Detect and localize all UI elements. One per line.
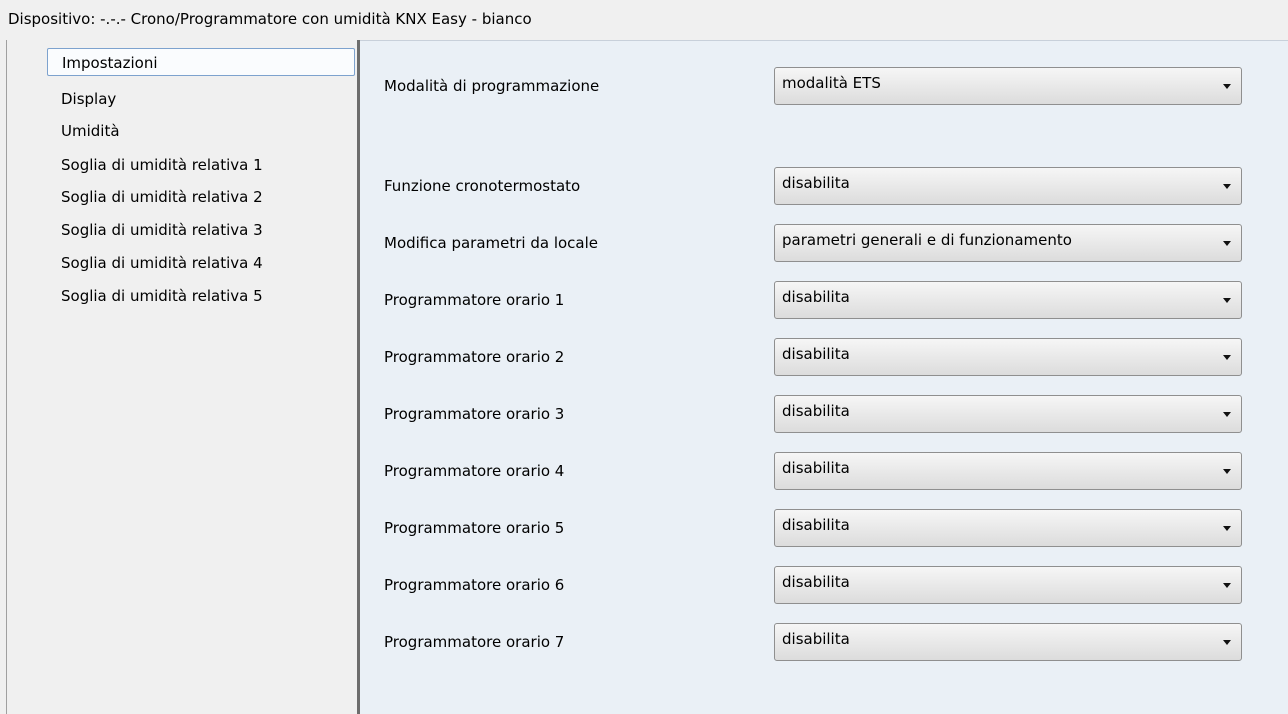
param-label: Funzione cronotermostato	[384, 177, 581, 195]
sidebar-item-label: Umidità	[61, 122, 120, 140]
sidebar-item-soglia-5[interactable]: Soglia di umidità relativa 5	[7, 281, 351, 311]
chevron-down-icon	[1223, 355, 1231, 360]
funzione-cronotermostato-dropdown[interactable]: disabilita	[774, 167, 1242, 205]
chevron-down-icon	[1223, 469, 1231, 474]
chevron-down-icon	[1223, 241, 1231, 246]
chevron-down-icon	[1223, 640, 1231, 645]
param-label: Programmatore orario 6	[384, 576, 565, 594]
dropdown-value: parametri generali e di funzionamento	[782, 231, 1072, 249]
chevron-down-icon	[1223, 526, 1231, 531]
sidebar-item-label: Soglia di umidità relativa 5	[61, 287, 263, 305]
modifica-parametri-dropdown[interactable]: parametri generali e di funzionamento	[774, 224, 1242, 262]
device-title: Dispositivo: -.-.- Crono/Programmatore c…	[8, 10, 532, 28]
dropdown-value: disabilita	[782, 345, 850, 363]
param-label: Modifica parametri da locale	[384, 234, 599, 252]
programmatore-3-dropdown[interactable]: disabilita	[774, 395, 1242, 433]
title-bar: Dispositivo: -.-.- Crono/Programmatore c…	[0, 0, 1288, 40]
dropdown-value: disabilita	[782, 288, 850, 306]
chevron-down-icon	[1223, 184, 1231, 189]
param-label: Programmatore orario 1	[384, 291, 565, 309]
programmatore-4-dropdown[interactable]: disabilita	[774, 452, 1242, 490]
param-row-funzione-cronotermostato: Funzione cronotermostato disabilita	[360, 167, 1288, 205]
param-row-programmatore-4: Programmatore orario 4 disabilita	[360, 452, 1288, 490]
dropdown-value: disabilita	[782, 174, 850, 192]
sidebar-item-label: Display	[61, 90, 117, 108]
sidebar-item-label: Soglia di umidità relativa 3	[61, 221, 263, 239]
sidebar-item-display[interactable]: Display	[7, 84, 351, 114]
param-row-programmatore-2: Programmatore orario 2 disabilita	[360, 338, 1288, 376]
sidebar-item-impostazioni[interactable]: Impostazioni	[47, 48, 355, 76]
param-label: Programmatore orario 5	[384, 519, 565, 537]
param-row-programmatore-1: Programmatore orario 1 disabilita	[360, 281, 1288, 319]
param-row-modalita-programmazione: Modalità di programmazione modalità ETS	[360, 67, 1288, 105]
chevron-down-icon	[1223, 583, 1231, 588]
programmatore-2-dropdown[interactable]: disabilita	[774, 338, 1242, 376]
parameters-panel: Modalità di programmazione modalità ETS …	[360, 40, 1288, 714]
sidebar-item-label: Soglia di umidità relativa 2	[61, 188, 263, 206]
dropdown-value: disabilita	[782, 516, 850, 534]
param-row-programmatore-7: Programmatore orario 7 disabilita	[360, 623, 1288, 661]
chevron-down-icon	[1223, 84, 1231, 89]
param-row-programmatore-3: Programmatore orario 3 disabilita	[360, 395, 1288, 433]
sidebar-item-label: Soglia di umidità relativa 4	[61, 254, 263, 272]
modalita-programmazione-dropdown[interactable]: modalità ETS	[774, 67, 1242, 105]
param-row-modifica-parametri: Modifica parametri da locale parametri g…	[360, 224, 1288, 262]
dropdown-value: disabilita	[782, 402, 850, 420]
dropdown-value: disabilita	[782, 459, 850, 477]
sidebar-item-soglia-4[interactable]: Soglia di umidità relativa 4	[7, 248, 351, 278]
sidebar-item-soglia-2[interactable]: Soglia di umidità relativa 2	[7, 182, 351, 212]
param-label: Modalità di programmazione	[384, 77, 600, 95]
sidebar-item-soglia-3[interactable]: Soglia di umidità relativa 3	[7, 215, 351, 245]
param-row-programmatore-5: Programmatore orario 5 disabilita	[360, 509, 1288, 547]
sidebar-item-soglia-1[interactable]: Soglia di umidità relativa 1	[7, 150, 351, 180]
sidebar-item-label: Impostazioni	[62, 54, 158, 72]
param-row-programmatore-6: Programmatore orario 6 disabilita	[360, 566, 1288, 604]
programmatore-1-dropdown[interactable]: disabilita	[774, 281, 1242, 319]
dropdown-value: disabilita	[782, 573, 850, 591]
chevron-down-icon	[1223, 412, 1231, 417]
sidebar-item-umidita[interactable]: Umidità	[7, 116, 351, 146]
sidebar: Impostazioni Display Umidità Soglia di u…	[6, 40, 358, 714]
param-label: Programmatore orario 7	[384, 633, 565, 651]
sidebar-item-label: Soglia di umidità relativa 1	[61, 156, 263, 174]
dropdown-value: modalità ETS	[782, 74, 881, 92]
programmatore-6-dropdown[interactable]: disabilita	[774, 566, 1242, 604]
programmatore-7-dropdown[interactable]: disabilita	[774, 623, 1242, 661]
chevron-down-icon	[1223, 298, 1231, 303]
param-label: Programmatore orario 3	[384, 405, 565, 423]
dropdown-value: disabilita	[782, 630, 850, 648]
programmatore-5-dropdown[interactable]: disabilita	[774, 509, 1242, 547]
param-label: Programmatore orario 2	[384, 348, 565, 366]
param-label: Programmatore orario 4	[384, 462, 565, 480]
